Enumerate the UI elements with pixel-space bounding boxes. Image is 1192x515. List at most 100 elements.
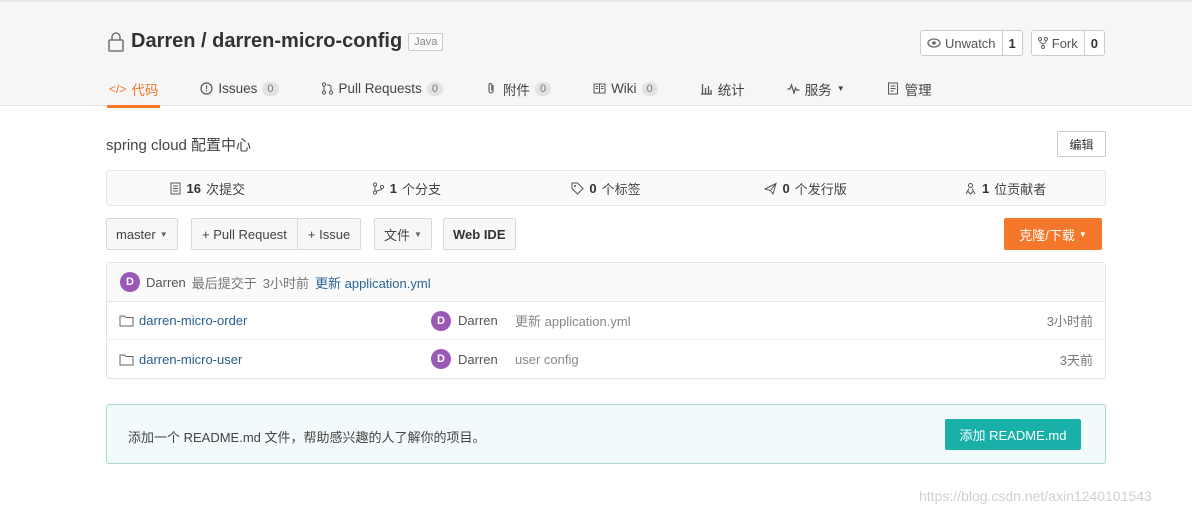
stat-contributors[interactable]: 1 位贡献者: [905, 171, 1105, 205]
avatar[interactable]: D: [431, 349, 451, 369]
stat-label: 次提交: [206, 181, 246, 197]
edit-description-button[interactable]: 编辑: [1057, 131, 1106, 157]
stat-count: 16: [186, 180, 202, 196]
row-commit-message[interactable]: user config: [515, 352, 579, 367]
stat-branches[interactable]: 1 个分支: [307, 171, 507, 205]
commit-prefix: 最后提交于: [191, 275, 257, 291]
row-commit-time: 3小时前: [1046, 314, 1093, 329]
repo-name-link[interactable]: Darren / darren-micro-config: [131, 30, 402, 53]
clone-download-label: 克隆/下载: [1019, 227, 1075, 243]
watch-count[interactable]: 1: [1001, 31, 1022, 55]
tag-icon: [571, 182, 585, 195]
watermark: https://blog.csdn.net/axin1240101543: [919, 488, 1152, 504]
branch-icon: [372, 181, 384, 195]
repo-header: Darren / darren-micro-config Java Unwatc…: [0, 0, 1192, 108]
folder-icon: [119, 354, 134, 365]
folder-icon: [119, 315, 134, 327]
chevron-down-icon: ▼: [836, 84, 845, 93]
new-pull-request-button[interactable]: + Pull Request: [192, 219, 297, 249]
file-menu-button[interactable]: 文件 ▼: [374, 218, 432, 250]
file-list: D Darren 最后提交于 3小时前 更新 application.yml d…: [106, 262, 1106, 379]
table-row: darren-micro-order D Darren 更新 applicati…: [107, 302, 1105, 340]
tab-issues[interactable]: Issues 0: [198, 72, 280, 108]
stat-count: 1: [982, 180, 990, 196]
language-badge: Java: [408, 32, 444, 51]
row-author: D Darren: [431, 349, 498, 369]
chevron-down-icon: ▼: [159, 229, 168, 239]
stat-count: 1: [389, 180, 397, 196]
clone-download-button[interactable]: 克隆/下载 ▼: [1004, 218, 1102, 250]
tab-label: Wiki: [611, 81, 637, 96]
fork-button[interactable]: Fork 0: [1030, 30, 1105, 56]
stat-count: 0: [782, 180, 790, 196]
commit-message-link[interactable]: 更新 application.yml: [315, 273, 431, 292]
contributors-icon: [965, 182, 976, 195]
repo-description: spring cloud 配置中心: [106, 137, 252, 154]
unwatch-label: Unwatch: [944, 35, 996, 51]
repo-title-bar: Darren / darren-micro-config Java: [107, 30, 444, 53]
tab-label: 服务: [804, 82, 832, 98]
settings-doc-icon: [887, 82, 898, 95]
row-commit-message[interactable]: 更新 application.yml: [515, 311, 631, 330]
stat-label: 个发行版: [794, 181, 847, 197]
stat-label: 位贡献者: [994, 181, 1047, 197]
readme-prompt-text: 添加一个 README.md 文件，帮助感兴趣的人了解你的项目。: [128, 430, 486, 445]
stat-tags[interactable]: 0 个标签: [506, 171, 706, 205]
web-ide-button[interactable]: Web IDE: [443, 218, 516, 250]
fork-count[interactable]: 0: [1083, 31, 1104, 55]
file-menu-label: 文件: [384, 227, 411, 243]
tab-attachments[interactable]: 附件 0: [483, 72, 553, 108]
branch-select[interactable]: master ▼: [106, 218, 178, 250]
folder-link[interactable]: darren-micro-order: [119, 313, 247, 328]
repo-actions: Unwatch 1 Fork 0: [919, 30, 1105, 56]
tab-count-badge: 0: [534, 81, 552, 96]
branch-select-label: master: [116, 226, 156, 242]
chevron-down-icon: ▼: [1078, 229, 1087, 239]
tab-count-badge: 0: [426, 81, 443, 96]
chevron-down-icon: ▼: [414, 229, 422, 239]
tab-label: 附件: [502, 82, 530, 98]
release-icon: [764, 182, 778, 195]
stat-label: 个分支: [402, 181, 442, 197]
fork-icon: [1037, 37, 1048, 49]
commit-author[interactable]: Darren: [146, 275, 186, 290]
folder-name: darren-micro-user: [139, 351, 243, 367]
row-author: D Darren: [431, 310, 498, 331]
repo-toolbar: master ▼ + Pull Request + Issue 文件 ▼ Web…: [106, 218, 1106, 250]
tab-label: Issues: [218, 81, 258, 96]
issue-icon: [200, 82, 213, 95]
stat-releases[interactable]: 0 个发行版: [706, 171, 906, 205]
tab-count-badge: 0: [641, 81, 658, 96]
repo-tabs: </> 代码 Issues 0 Pull Requests 0 附件 0 Wik…: [107, 72, 972, 108]
lock-icon: [108, 31, 124, 52]
tab-pull-requests[interactable]: Pull Requests 0: [319, 72, 445, 108]
pulse-icon: [787, 83, 800, 95]
avatar[interactable]: D: [120, 272, 140, 292]
avatar[interactable]: D: [431, 310, 451, 331]
table-row: darren-micro-user D Darren user config 3…: [107, 340, 1105, 378]
new-issue-button[interactable]: + Issue: [296, 219, 360, 249]
tab-wiki[interactable]: Wiki 0: [591, 72, 660, 108]
repo-stats-bar: 16 次提交 1 个分支 0 个标签 0 个发行版 1 位贡献者: [106, 170, 1106, 206]
code-icon: </>: [109, 81, 127, 96]
author-name[interactable]: Darren: [458, 352, 498, 367]
folder-link[interactable]: darren-micro-user: [119, 352, 242, 367]
folder-name: darren-micro-order: [139, 313, 248, 328]
tab-label: 统计: [717, 82, 745, 98]
latest-commit-bar: D Darren 最后提交于 3小时前 更新 application.yml: [107, 263, 1105, 302]
book-icon: [593, 83, 606, 94]
eye-icon: [927, 38, 941, 48]
tab-services[interactable]: 服务 ▼: [785, 72, 847, 108]
tab-code[interactable]: </> 代码: [107, 72, 161, 108]
tab-statistics[interactable]: 统计: [698, 72, 747, 108]
commit-icon: [170, 182, 181, 194]
pull-request-icon: [321, 82, 333, 95]
tab-label: Pull Requests: [338, 81, 422, 96]
unwatch-button[interactable]: Unwatch 1: [919, 30, 1023, 56]
paperclip-icon: [488, 83, 494, 94]
stat-commits[interactable]: 16 次提交: [107, 171, 307, 205]
commit-time: 3小时前: [262, 275, 309, 291]
author-name[interactable]: Darren: [458, 313, 498, 328]
tab-manage[interactable]: 管理: [885, 72, 934, 108]
add-readme-button[interactable]: 添加 README.md: [945, 419, 1081, 450]
